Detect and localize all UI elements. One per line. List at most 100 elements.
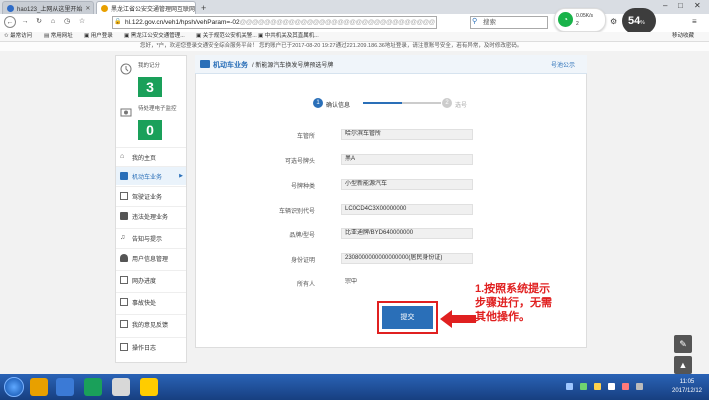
speed-ball-widget[interactable]: 54%	[622, 8, 656, 34]
close-icon[interactable]: ✕	[82, 5, 90, 12]
stat-label: 待处理电子监控	[138, 106, 177, 112]
back-icon[interactable]: ←	[4, 16, 16, 28]
folder-icon[interactable]	[140, 378, 158, 396]
sidebar-item-log[interactable]: 操作日志	[116, 337, 186, 356]
speed-unit: %	[640, 20, 645, 26]
car-icon	[120, 172, 128, 180]
step-1-label: 确认信息	[326, 103, 351, 109]
sidebar-item-license[interactable]: 驾驶证业务	[116, 186, 186, 205]
license-icon	[120, 192, 128, 200]
bookmark-party-org[interactable]: ▣ 中共机关及其直属机...	[258, 32, 319, 41]
stat-my-score[interactable]: 我的记分 3	[118, 57, 182, 102]
car-icon	[200, 60, 210, 68]
bookmark-mobile[interactable]: 移动收藏	[672, 32, 694, 41]
maximize-icon[interactable]: □	[678, 1, 683, 10]
extension-icon[interactable]: ⚙	[610, 17, 617, 26]
camera-icon	[120, 108, 132, 117]
wifi-widget[interactable]: ◔ 0.05K/s 2	[554, 8, 606, 32]
back-to-top-icon[interactable]: ▲	[674, 356, 692, 374]
login-notice: 您好，*户，欢迎您登录交通安全综合服务平台！ 您的账户已于2017-08-20 …	[0, 42, 709, 51]
annotation-arrow-icon	[440, 310, 476, 328]
content-header: 机动车业务 / 新能源汽车换发号牌预选号牌 号池公示	[195, 55, 587, 74]
wifi-icon: ◔	[558, 12, 573, 27]
tray-network-icon[interactable]	[594, 383, 601, 390]
sidebar-item-accident[interactable]: 事故快处	[116, 292, 186, 311]
bookmark-common-sites[interactable]: ▤ 常用网址	[44, 32, 73, 41]
sidebar-item-notice[interactable]: ♫ 告知与提示	[116, 228, 186, 247]
breadcrumb: / 新能源汽车换发号牌预选号牌	[252, 63, 334, 69]
url-path: /veh1/hpsh/vehParam=-02	[163, 19, 240, 26]
field-vehicle-office: 哈尔滨车管所	[341, 129, 473, 140]
tray-app-icon[interactable]	[622, 383, 629, 390]
bookmark-hlj-traffic[interactable]: ▣ 黑龙江公安交通管理...	[124, 32, 185, 41]
secure-lock-icon: 🔒	[114, 19, 122, 25]
field-label: 车辆识别代号	[278, 209, 315, 215]
forward-icon[interactable]: →	[19, 16, 31, 28]
field-label: 所有人	[296, 282, 315, 288]
bell-icon: ♫	[120, 234, 126, 241]
close-icon[interactable]: ✕	[195, 5, 196, 12]
feedback-icon	[120, 320, 128, 328]
bookmark-user-login[interactable]: ▣ 用户登录	[84, 32, 113, 41]
sidebar-item-violation[interactable]: 违法处理业务	[116, 206, 186, 225]
history-icon[interactable]: ◷	[61, 16, 73, 28]
search-input[interactable]: 搜索	[470, 16, 548, 29]
url-host: hl.122.gov.cn	[125, 19, 164, 26]
reload-icon[interactable]: ↻	[33, 16, 45, 28]
camera-icon	[120, 212, 128, 220]
bookmark-most-visited[interactable]: ✩ 最常访问	[4, 32, 32, 41]
chevron-right-icon: ▶	[179, 173, 183, 179]
sidebar-item-progress[interactable]: 网办进度	[116, 270, 186, 289]
field-brand-model: 比亚迪牌/BYD640000000	[341, 228, 473, 239]
windows-taskbar	[0, 374, 709, 400]
sidebar-item-home[interactable]: ⌂ 我的主页	[116, 147, 186, 166]
step-2-indicator: 2	[442, 98, 452, 108]
user-icon	[120, 254, 128, 262]
step-2-label: 选号	[455, 103, 468, 109]
browser-tab-traffic[interactable]: 黑龙江省公安交通管理网互联网 ✕	[96, 1, 196, 14]
tray-ime-icon[interactable]	[636, 383, 643, 390]
tray-shield-icon[interactable]	[580, 383, 587, 390]
progress-icon	[120, 276, 128, 284]
field-label: 品牌/型号	[289, 233, 315, 239]
tray-volume-icon[interactable]	[608, 383, 615, 390]
clock-date: 2017/12/12	[671, 388, 703, 394]
new-tab-icon[interactable]: +	[201, 3, 206, 13]
stat-pending-monitor[interactable]: 待处理电子监控 0	[118, 100, 182, 145]
tab-label: hao123_上网从这里开始	[17, 6, 83, 13]
sidebar-item-feedback[interactable]: 我的意见反馈	[116, 314, 186, 333]
chrome-icon[interactable]	[112, 378, 130, 396]
favorites-star-icon[interactable]: ☆	[76, 16, 88, 28]
police-favicon-icon	[101, 4, 108, 12]
taskbar-clock[interactable]: 11:05 2017/12/12	[668, 378, 706, 396]
plate-pool-link[interactable]: 号池公示	[551, 60, 575, 69]
360-browser-icon[interactable]	[84, 378, 102, 396]
wifi-device-count: 2	[576, 21, 579, 27]
wifi-speed: 0.05K/s	[576, 13, 593, 19]
address-bar[interactable]: hl.122.gov.cn/veh1/hpsh/vehParam=-02@@@@…	[112, 16, 437, 29]
field-label: 车管所	[296, 134, 315, 140]
submit-button[interactable]: 提交	[382, 306, 433, 329]
edit-feedback-icon[interactable]: ✎	[674, 335, 692, 353]
bookmark-police-rules[interactable]: ▣ 关于规范公安机关警...	[196, 32, 257, 41]
field-label: 可选号牌头	[284, 159, 315, 165]
clock-time: 11:05	[679, 379, 695, 385]
minimize-icon[interactable]: –	[663, 1, 667, 10]
home-icon: ⌂	[120, 153, 125, 160]
stat-value: 3	[138, 77, 162, 97]
score-icon	[120, 63, 132, 75]
field-vin: LC0CD4C3X00000000	[341, 204, 473, 215]
close-window-icon[interactable]: ✕	[694, 1, 701, 10]
sidebar-item-vehicle[interactable]: 机动车业务 ▶	[116, 166, 186, 185]
home-icon[interactable]: ⌂	[47, 16, 59, 28]
hao123-favicon-icon	[7, 4, 14, 12]
plane-app-icon[interactable]	[56, 378, 74, 396]
menu-icon[interactable]: ≡	[692, 17, 697, 26]
search-icon[interactable]: ⚲	[472, 17, 477, 25]
browser-tab-hao123[interactable]: hao123_上网从这里开始 ✕	[2, 1, 94, 14]
ie-browser-icon[interactable]	[30, 378, 48, 396]
tray-flag-icon[interactable]	[566, 383, 573, 390]
windows-start-icon[interactable]	[4, 377, 24, 397]
sidebar-item-user-info[interactable]: 用户信息管理	[116, 248, 186, 267]
stat-label: 我的记分	[138, 63, 161, 69]
